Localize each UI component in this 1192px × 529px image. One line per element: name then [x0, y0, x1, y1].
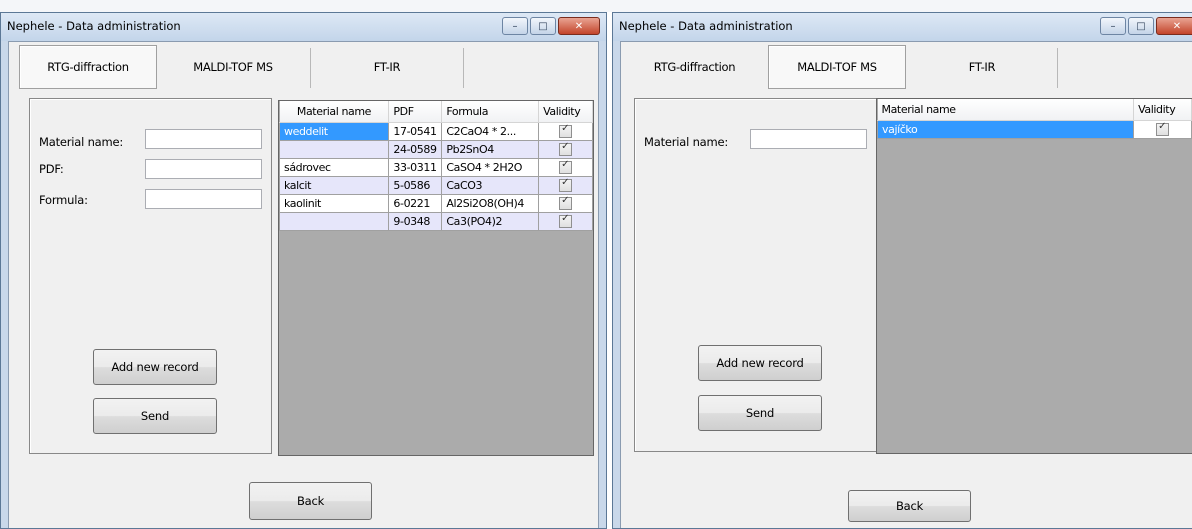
- table-row[interactable]: kaolinit 6-0221 Al2Si2O8(OH)4: [279, 194, 593, 213]
- add-new-record-button[interactable]: Add new record: [93, 349, 217, 385]
- window-controls: – □ ✕: [500, 17, 600, 35]
- table-row[interactable]: kalcit 5-0586 CaCO3: [279, 176, 593, 195]
- formula-cell[interactable]: Ca3(PO4)2: [441, 212, 540, 231]
- table-row[interactable]: 24-0589 Pb2SnO4: [279, 140, 593, 159]
- formula-cell[interactable]: C2CaO4 * 2...: [441, 122, 540, 141]
- material-name-input[interactable]: [145, 129, 262, 149]
- pdf-cell[interactable]: 17-0541: [388, 122, 443, 141]
- add-new-record-button[interactable]: Add new record: [698, 345, 822, 381]
- material-name-input[interactable]: [750, 129, 867, 149]
- formula-cell[interactable]: CaCO3: [441, 176, 540, 195]
- top-strip: [0, 0, 1192, 12]
- maximize-icon[interactable]: □: [530, 17, 556, 35]
- column-header-pdf[interactable]: PDF: [388, 101, 443, 123]
- materials-grid[interactable]: Material name Validity vajíčko: [876, 98, 1192, 454]
- record-form-panel: Material name: PDF: Formula: Add new rec…: [29, 98, 272, 454]
- material-name-label: Material name:: [39, 135, 124, 149]
- validity-cell[interactable]: [538, 176, 593, 195]
- validity-cell[interactable]: [538, 122, 593, 141]
- materials-grid[interactable]: Material name PDF Formula Validity wedde…: [278, 100, 594, 456]
- back-button[interactable]: Back: [848, 490, 971, 522]
- window-client-area: RTG-diffraction MALDI-TOF MS FT-IR Mater…: [620, 41, 1192, 528]
- send-button[interactable]: Send: [698, 395, 822, 431]
- validity-cell[interactable]: [538, 158, 593, 177]
- pdf-cell[interactable]: 6-0221: [388, 194, 443, 213]
- tab-divider: [310, 48, 311, 88]
- table-row[interactable]: sádrovec 33-0311 CaSO4 * 2H2O: [279, 158, 593, 177]
- checkbox-checked-icon[interactable]: [559, 178, 573, 193]
- column-header-material-name[interactable]: Material name: [279, 101, 390, 123]
- material-name-cell[interactable]: vajíčko: [877, 120, 1135, 139]
- formula-label: Formula:: [39, 193, 88, 207]
- validity-cell[interactable]: [538, 140, 593, 159]
- minimize-icon[interactable]: –: [1100, 17, 1126, 35]
- material-name-cell[interactable]: sádrovec: [279, 158, 390, 177]
- tab-divider: [463, 48, 464, 88]
- formula-input[interactable]: [145, 189, 262, 209]
- record-form-panel: Material name: Add new record Send: [634, 98, 877, 452]
- checkbox-checked-icon[interactable]: [559, 142, 573, 157]
- tab-maldi-tof-ms[interactable]: MALDI-TOF MS: [159, 45, 307, 89]
- pdf-cell[interactable]: 33-0311: [388, 158, 443, 177]
- validity-cell[interactable]: [538, 212, 593, 231]
- column-header-material-name[interactable]: Material name: [877, 99, 1135, 121]
- validity-cell[interactable]: [1133, 120, 1192, 139]
- pdf-input[interactable]: [145, 159, 262, 179]
- maximize-icon[interactable]: □: [1128, 17, 1154, 35]
- window-controls: – □ ✕: [1098, 17, 1192, 35]
- close-icon[interactable]: ✕: [1156, 17, 1192, 35]
- validity-cell[interactable]: [538, 194, 593, 213]
- column-header-formula[interactable]: Formula: [441, 101, 540, 123]
- pdf-cell[interactable]: 9-0348: [388, 212, 443, 231]
- materials-table: Material name Validity vajíčko: [877, 99, 1192, 139]
- window-rtg-diffraction: Nephele - Data administration – □ ✕ RTG-…: [0, 12, 607, 529]
- checkbox-checked-icon[interactable]: [1156, 122, 1170, 137]
- materials-table: Material name PDF Formula Validity wedde…: [279, 101, 593, 231]
- grid-header-row: Material name Validity: [877, 99, 1192, 121]
- formula-cell[interactable]: Pb2SnO4: [441, 140, 540, 159]
- checkbox-checked-icon[interactable]: [559, 214, 573, 229]
- checkbox-checked-icon[interactable]: [559, 160, 573, 175]
- material-name-cell[interactable]: kalcit: [279, 176, 390, 195]
- tab-maldi-tof-ms[interactable]: MALDI-TOF MS: [768, 45, 906, 89]
- tab-rtg-diffraction[interactable]: RTG-diffraction: [623, 45, 766, 89]
- material-name-cell[interactable]: weddelit: [279, 122, 390, 141]
- formula-cell[interactable]: CaSO4 * 2H2O: [441, 158, 540, 177]
- formula-cell[interactable]: Al2Si2O8(OH)4: [441, 194, 540, 213]
- send-button[interactable]: Send: [93, 398, 217, 434]
- back-button[interactable]: Back: [249, 482, 372, 520]
- material-name-cell[interactable]: [279, 140, 390, 159]
- window-title: Nephele - Data administration: [619, 19, 793, 33]
- checkbox-checked-icon[interactable]: [559, 124, 573, 139]
- table-row[interactable]: weddelit 17-0541 C2CaO4 * 2...: [279, 122, 593, 141]
- window-maldi-tof-ms: Nephele - Data administration – □ ✕ RTG-…: [612, 12, 1192, 529]
- tab-divider: [1057, 48, 1058, 88]
- pdf-label: PDF:: [39, 162, 64, 176]
- material-name-cell[interactable]: [279, 212, 390, 231]
- table-row[interactable]: 9-0348 Ca3(PO4)2: [279, 212, 593, 231]
- column-header-validity[interactable]: Validity: [1133, 99, 1192, 121]
- window-title: Nephele - Data administration: [7, 19, 181, 33]
- table-row[interactable]: vajíčko: [877, 120, 1192, 139]
- close-icon[interactable]: ✕: [558, 17, 600, 35]
- tab-ft-ir[interactable]: FT-IR: [313, 45, 461, 89]
- tab-rtg-diffraction[interactable]: RTG-diffraction: [19, 45, 157, 89]
- minimize-icon[interactable]: –: [502, 17, 528, 35]
- material-name-cell[interactable]: kaolinit: [279, 194, 390, 213]
- window-client-area: RTG-diffraction MALDI-TOF MS FT-IR Mater…: [8, 41, 599, 528]
- grid-header-row: Material name PDF Formula Validity: [279, 101, 593, 123]
- title-bar[interactable]: Nephele - Data administration – □ ✕: [1, 13, 606, 41]
- material-name-label: Material name:: [644, 135, 729, 149]
- checkbox-checked-icon[interactable]: [559, 196, 573, 211]
- title-bar[interactable]: Nephele - Data administration – □ ✕: [613, 13, 1192, 41]
- tab-ft-ir[interactable]: FT-IR: [909, 45, 1055, 89]
- column-header-validity[interactable]: Validity: [538, 101, 593, 123]
- pdf-cell[interactable]: 5-0586: [388, 176, 443, 195]
- pdf-cell[interactable]: 24-0589: [388, 140, 443, 159]
